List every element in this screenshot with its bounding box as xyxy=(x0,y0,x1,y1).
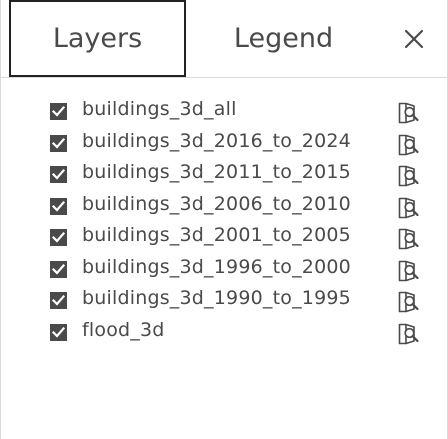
layer-row: buildings_3d_2001_to_2005 xyxy=(1,222,447,254)
layer-row: buildings_3d_1990_to_1995 xyxy=(1,285,447,317)
layer-row: buildings_3d_2006_to_2010 xyxy=(1,191,447,223)
layer-row: buildings_3d_2011_to_2015 xyxy=(1,159,447,191)
zoom-to-layer-icon[interactable] xyxy=(397,259,421,283)
layer-label: buildings_3d_1996_to_2000 xyxy=(82,255,351,278)
tab-legend-label: Legend xyxy=(233,23,334,54)
checkbox-checked-icon[interactable] xyxy=(50,229,67,246)
checkbox-checked-icon[interactable] xyxy=(50,103,67,120)
tab-layers[interactable]: Layers xyxy=(9,0,186,77)
zoom-to-layer-icon[interactable] xyxy=(397,101,421,125)
tab-legend[interactable]: Legend xyxy=(186,0,381,77)
tab-layers-label: Layers xyxy=(52,23,143,54)
layer-label: buildings_3d_2001_to_2005 xyxy=(82,224,351,246)
zoom-to-layer-icon[interactable] xyxy=(397,227,421,251)
zoom-to-layer-icon[interactable] xyxy=(397,290,421,314)
layer-row: buildings_3d_1996_to_2000 xyxy=(1,254,447,286)
layer-label: buildings_3d_2006_to_2010 xyxy=(82,192,351,215)
checkbox-checked-icon[interactable] xyxy=(50,134,67,152)
zoom-to-layer-icon[interactable] xyxy=(397,322,421,346)
layer-row: flood_3d xyxy=(1,317,447,349)
layer-label: buildings_3d_all xyxy=(82,98,237,120)
zoom-to-layer-icon[interactable] xyxy=(397,133,421,157)
checkbox-checked-icon[interactable] xyxy=(50,260,67,278)
layer-row: buildings_3d_2016_to_2024 xyxy=(1,128,447,160)
layer-label: buildings_3d_1990_to_1995 xyxy=(82,287,351,309)
layer-row: buildings_3d_all xyxy=(1,96,447,128)
layer-label: flood_3d xyxy=(82,318,165,341)
close-icon[interactable] xyxy=(399,24,429,54)
checkbox-checked-icon[interactable] xyxy=(50,166,67,183)
zoom-to-layer-icon[interactable] xyxy=(397,164,421,188)
panel-header: Layers Legend xyxy=(1,0,447,78)
zoom-to-layer-icon[interactable] xyxy=(397,196,421,220)
layer-label: buildings_3d_2011_to_2015 xyxy=(82,161,351,183)
layer-label: buildings_3d_2016_to_2024 xyxy=(82,129,351,152)
layer-list: buildings_3d_all buildings_3d_2016_to_20… xyxy=(1,96,447,348)
layer-panel: Layers Legend buildings_3d_all buildings… xyxy=(0,0,448,439)
checkbox-checked-icon[interactable] xyxy=(50,197,67,215)
checkbox-checked-icon[interactable] xyxy=(50,292,67,309)
checkbox-checked-icon[interactable] xyxy=(50,323,67,341)
